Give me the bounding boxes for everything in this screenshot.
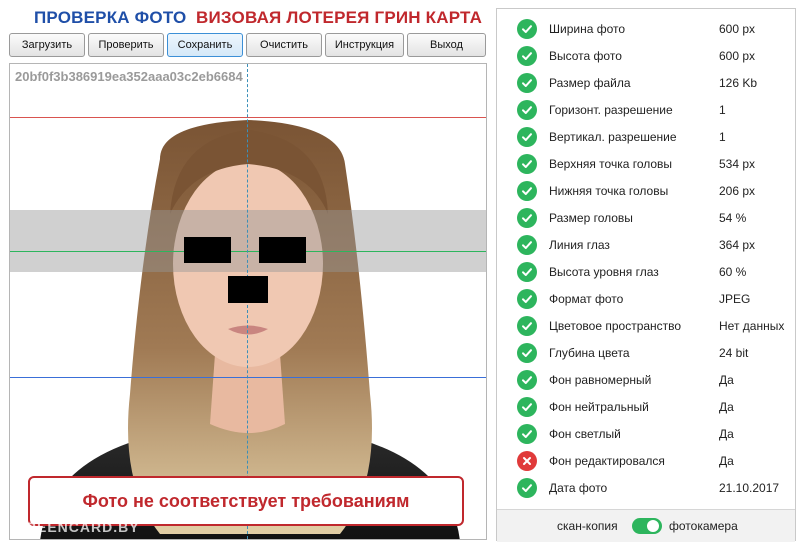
toggle-knob: [647, 520, 659, 532]
check-value: 600 px: [719, 49, 756, 63]
check-value: 54 %: [719, 211, 747, 225]
check-row: Линия глаз 364 px: [497, 233, 795, 260]
check-value: 600 px: [719, 22, 756, 36]
check-ok-icon: [517, 424, 537, 444]
watermark: GREENCARD.BY: [14, 519, 140, 535]
clear-button[interactable]: Очистить: [246, 33, 322, 57]
check-row: Вертикал. разрешение 1: [497, 125, 795, 152]
head-top-line: [10, 117, 486, 118]
check-fail-icon: [517, 451, 537, 471]
check-label: Вертикал. разрешение: [549, 130, 677, 144]
check-ok-icon: [517, 46, 537, 66]
check-row: Размер файла 126 Kb: [497, 71, 795, 98]
nose-censor: [228, 276, 268, 303]
check-row: Горизонт. разрешение 1: [497, 98, 795, 125]
check-label: Размер головы: [549, 211, 633, 225]
check-row: Фон редактировался Да: [497, 449, 795, 476]
check-row: Верхняя точка головы 534 px: [497, 152, 795, 179]
photo-hash: 20bf0f3b386919ea352aaa03c2eb6684: [15, 69, 243, 84]
check-row: Формат фото JPEG: [497, 287, 795, 314]
check-label: Фон нейтральный: [549, 400, 649, 414]
instructions-button[interactable]: Инструкция: [325, 33, 404, 57]
scan-copy-label: скан-копия: [557, 519, 618, 533]
camera-label: фотокамера: [669, 519, 738, 533]
check-label: Ширина фото: [549, 22, 626, 36]
check-label: Высота уровня глаз: [549, 265, 659, 279]
check-row: Фон равномерный Да: [497, 368, 795, 395]
check-row: Фон нейтральный Да: [497, 395, 795, 422]
check-ok-icon: [517, 100, 537, 120]
check-row: Цветовое пространство Нет данных: [497, 314, 795, 341]
check-label: Линия глаз: [549, 238, 610, 252]
check-ok-icon: [517, 262, 537, 282]
check-row: Фон светлый Да: [497, 422, 795, 449]
check-value: JPEG: [719, 292, 751, 306]
toolbar: Загрузить Проверить Сохранить Очистить И…: [9, 33, 487, 57]
check-value: Да: [719, 454, 734, 468]
check-row: Нижняя точка головы 206 px: [497, 179, 795, 206]
check-value: Да: [719, 400, 734, 414]
check-value: 1: [719, 103, 726, 117]
check-ok-icon: [517, 478, 537, 498]
check-row: Дата фото 21.10.2017: [497, 476, 795, 503]
results-panel: Ширина фото 600 px Высота фото 600 px Размер…: [496, 8, 796, 542]
check-label: Цветовое пространство: [549, 319, 682, 333]
check-ok-icon: [517, 127, 537, 147]
source-toggle[interactable]: [632, 518, 662, 534]
app-header: ПРОВЕРКА ФОТО ВИЗОВАЯ ЛОТЕРЕЯ ГРИН КАРТА: [0, 6, 496, 30]
check-value: 60 %: [719, 265, 747, 279]
check-row: Высота фото 600 px: [497, 44, 795, 71]
check-label: Горизонт. разрешение: [549, 103, 673, 117]
app-subtitle: ВИЗОВАЯ ЛОТЕРЕЯ ГРИН КАРТА: [196, 8, 483, 27]
check-value: 24 bit: [719, 346, 749, 360]
check-value: Нет данных: [719, 319, 785, 333]
check-label: Дата фото: [549, 481, 608, 495]
source-toggle-bar: скан-копия фотокамера: [497, 509, 795, 542]
check-value: Да: [719, 427, 734, 441]
check-ok-icon: [517, 19, 537, 39]
check-label: Фон равномерный: [549, 373, 652, 387]
check-value: 364 px: [719, 238, 756, 252]
check-value: 534 px: [719, 157, 756, 171]
check-button[interactable]: Проверить: [88, 33, 164, 57]
check-label: Высота фото: [549, 49, 622, 63]
upload-button[interactable]: Загрузить: [9, 33, 85, 57]
eye-zone-band: [10, 210, 486, 272]
check-label: Фон редактировался: [549, 454, 665, 468]
check-ok-icon: [517, 397, 537, 417]
chin-line: [10, 377, 486, 378]
app-title: ПРОВЕРКА ФОТО: [34, 8, 187, 27]
eye-line: [10, 251, 486, 252]
check-value: 1: [719, 130, 726, 144]
check-ok-icon: [517, 181, 537, 201]
check-ok-icon: [517, 235, 537, 255]
check-label: Фон светлый: [549, 427, 621, 441]
check-value: 126 Kb: [719, 76, 758, 90]
check-row: Ширина фото 600 px: [497, 17, 795, 44]
check-label: Формат фото: [549, 292, 624, 306]
check-label: Глубина цвета: [549, 346, 630, 360]
check-ok-icon: [517, 154, 537, 174]
right-eye-censor: [259, 237, 306, 263]
check-ok-icon: [517, 208, 537, 228]
check-value: 21.10.2017: [719, 481, 780, 495]
check-row: Высота уровня глаз 60 %: [497, 260, 795, 287]
check-ok-icon: [517, 370, 537, 390]
check-value: 206 px: [719, 184, 756, 198]
check-ok-icon: [517, 73, 537, 93]
check-row: Размер головы 54 %: [497, 206, 795, 233]
check-ok-icon: [517, 343, 537, 363]
check-row: Глубина цвета 24 bit: [497, 341, 795, 368]
check-value: Да: [719, 373, 734, 387]
check-ok-icon: [517, 316, 537, 336]
exit-button[interactable]: Выход: [407, 33, 486, 57]
verdict-text: Фото не соответствует требованиям: [82, 490, 410, 511]
photo-preview[interactable]: 20bf0f3b386919ea352aaa03c2eb6684 Фото не…: [9, 63, 487, 540]
left-eye-censor: [184, 237, 231, 263]
check-ok-icon: [517, 289, 537, 309]
save-button[interactable]: Сохранить: [167, 33, 243, 57]
check-label: Размер файла: [549, 76, 631, 90]
check-label: Верхняя точка головы: [549, 157, 673, 171]
check-label: Нижняя точка головы: [549, 184, 669, 198]
